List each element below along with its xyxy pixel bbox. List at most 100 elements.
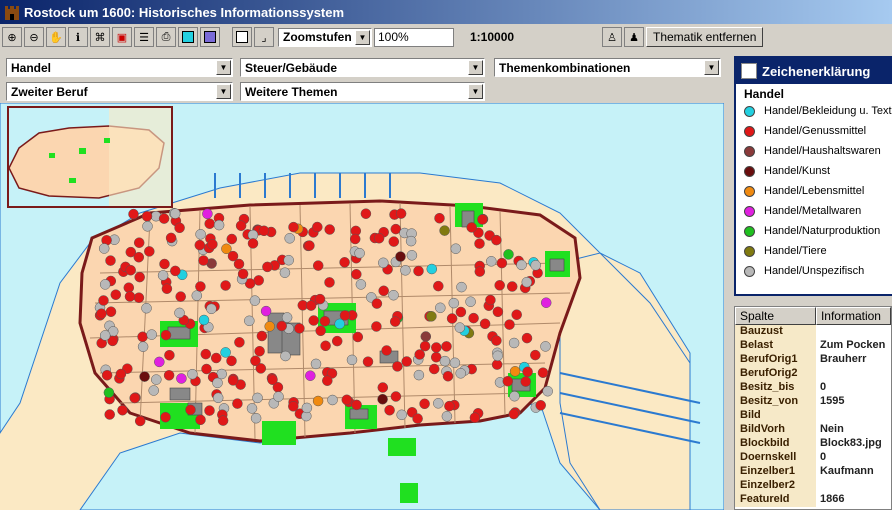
zoom-out-icon[interactable]: ⊖: [24, 27, 44, 47]
map-marker[interactable]: [315, 325, 326, 337]
map-marker[interactable]: [492, 350, 503, 362]
map-marker[interactable]: [492, 306, 504, 318]
map-marker[interactable]: [449, 357, 461, 369]
map-marker[interactable]: [123, 282, 135, 293]
map-marker[interactable]: [220, 280, 231, 291]
map-marker[interactable]: [210, 352, 222, 364]
white-box-icon[interactable]: [232, 27, 252, 47]
map-marker[interactable]: [477, 214, 488, 225]
table-row[interactable]: BerufOrig2: [735, 367, 891, 381]
map-marker[interactable]: [511, 309, 522, 320]
pan-hand-icon[interactable]: ✋: [46, 27, 66, 47]
map-marker[interactable]: [491, 359, 503, 370]
map-marker[interactable]: [388, 236, 400, 247]
map-marker[interactable]: [280, 350, 291, 362]
map-marker[interactable]: [212, 377, 223, 389]
map-marker[interactable]: [213, 219, 225, 231]
map-marker[interactable]: [351, 399, 362, 411]
map-marker[interactable]: [327, 394, 338, 406]
map-marker[interactable]: [439, 225, 450, 236]
map-marker[interactable]: [134, 415, 146, 427]
map-marker[interactable]: [540, 341, 551, 352]
map-marker[interactable]: [204, 405, 215, 416]
map-marker[interactable]: [378, 285, 389, 297]
map-marker[interactable]: [324, 224, 335, 235]
map-marker[interactable]: [220, 347, 231, 358]
map-marker[interactable]: [227, 375, 239, 386]
map-marker[interactable]: [469, 412, 481, 423]
map-marker[interactable]: [412, 413, 423, 424]
map-marker[interactable]: [509, 390, 520, 402]
map-marker[interactable]: [491, 335, 502, 346]
table-row[interactable]: Besitz_von 1595: [735, 395, 891, 409]
map-marker[interactable]: [103, 387, 115, 398]
map-marker[interactable]: [542, 385, 553, 397]
map-marker[interactable]: [504, 319, 515, 330]
map-marker[interactable]: [435, 302, 446, 314]
map-marker[interactable]: [426, 311, 437, 322]
map-marker[interactable]: [522, 366, 533, 378]
map-marker[interactable]: [294, 323, 305, 334]
map-marker[interactable]: [104, 409, 115, 420]
map-marker[interactable]: [164, 349, 175, 361]
map-marker[interactable]: [389, 316, 401, 327]
map-marker[interactable]: [455, 368, 466, 379]
map-marker[interactable]: [351, 269, 362, 280]
map-marker[interactable]: [201, 363, 212, 375]
filter-handel[interactable]: Handel ▼: [6, 58, 233, 77]
info-icon[interactable]: ℹ: [68, 27, 88, 47]
table-row[interactable]: BildVorh Nein: [735, 423, 891, 437]
map-marker[interactable]: [174, 222, 185, 234]
map-marker[interactable]: [202, 208, 213, 220]
map-marker[interactable]: [98, 295, 109, 306]
map-marker[interactable]: [360, 208, 372, 219]
map-marker[interactable]: [509, 366, 521, 377]
map-marker[interactable]: [428, 363, 440, 375]
map-marker[interactable]: [141, 211, 153, 222]
map-marker[interactable]: [371, 321, 382, 332]
map-marker[interactable]: [191, 290, 203, 301]
map-marker[interactable]: [377, 393, 388, 405]
map-marker[interactable]: [502, 375, 514, 387]
map-marker[interactable]: [252, 392, 263, 404]
table-row[interactable]: Doernskell 0: [735, 451, 891, 465]
map-marker[interactable]: [110, 289, 122, 300]
map-marker[interactable]: [392, 361, 403, 372]
overview-svg[interactable]: [9, 108, 171, 206]
map-marker[interactable]: [98, 243, 110, 254]
map-marker[interactable]: [301, 402, 313, 414]
map-marker[interactable]: [339, 310, 351, 321]
map-marker[interactable]: [419, 398, 430, 410]
table-row[interactable]: Bauzust: [735, 325, 891, 339]
map-marker[interactable]: [206, 303, 217, 315]
map-marker[interactable]: [433, 280, 444, 292]
map-marker[interactable]: [163, 370, 175, 381]
map-marker[interactable]: [105, 255, 116, 266]
map-marker[interactable]: [413, 265, 424, 277]
map-marker[interactable]: [260, 305, 272, 317]
info-col-information[interactable]: Information: [815, 307, 891, 325]
map-marker[interactable]: [448, 297, 460, 309]
map-marker[interactable]: [124, 291, 136, 302]
map-marker[interactable]: [254, 345, 265, 357]
cyan-color-icon[interactable]: [178, 27, 198, 47]
map-marker[interactable]: [247, 238, 259, 249]
map-marker[interactable]: [346, 354, 358, 366]
map-marker[interactable]: [141, 302, 152, 314]
map-marker[interactable]: [281, 312, 293, 323]
map-marker[interactable]: [414, 349, 425, 360]
map-marker[interactable]: [249, 295, 261, 306]
map-marker[interactable]: [474, 238, 485, 249]
filter-weitere-themen[interactable]: Weitere Themen ▼: [240, 82, 485, 101]
map-marker[interactable]: [169, 208, 181, 219]
map-marker[interactable]: [232, 398, 243, 409]
map-marker[interactable]: [434, 212, 445, 224]
map-marker[interactable]: [195, 229, 206, 240]
map-marker[interactable]: [420, 331, 432, 342]
table-row[interactable]: Bild: [735, 409, 891, 423]
map-marker[interactable]: [246, 403, 258, 414]
map-marker[interactable]: [537, 367, 549, 378]
map-marker[interactable]: [128, 208, 139, 220]
corner-icon[interactable]: ⌟: [254, 27, 274, 47]
persons-icon[interactable]: ♟: [624, 27, 644, 47]
